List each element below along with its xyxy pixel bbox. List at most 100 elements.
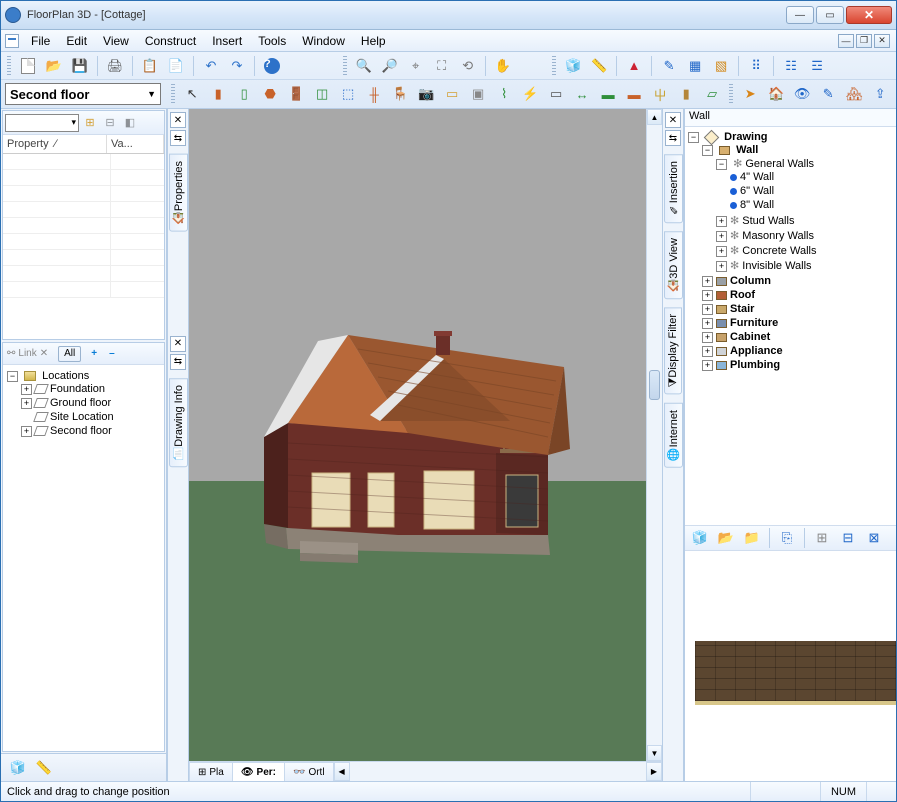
cabinet-tool[interactable]: ▭ (441, 83, 463, 105)
tree-item-4-wall[interactable]: 4" Wall (730, 170, 893, 184)
terrain-tool[interactable]: ▬ (597, 83, 619, 105)
tree-item-masonry-walls[interactable]: +✻ Masonry Walls (716, 228, 893, 243)
vtab-display-filter[interactable]: ⧩Display Filter (664, 307, 682, 394)
preview-new-button[interactable]: 📁 (741, 527, 763, 549)
snap-grid-button[interactable]: ⠿ (745, 55, 767, 77)
view-tab-ortho[interactable]: 👓Ortl (284, 762, 334, 781)
tree-root-drawing[interactable]: − Drawing − Wall − ✻ Gener (688, 130, 893, 373)
tree-toggle[interactable]: + (702, 346, 713, 357)
tree-toggle[interactable]: + (716, 231, 727, 242)
toolbar-grip[interactable] (552, 56, 556, 76)
tree-item-invisible-walls[interactable]: +✻ Invisible Walls (716, 258, 893, 273)
menu-construct[interactable]: Construct (137, 32, 204, 50)
properties-col-value[interactable]: Va... (107, 135, 164, 153)
preview-open-button[interactable]: 📂 (715, 527, 737, 549)
tree-item-site-location[interactable]: Site Location (21, 410, 160, 424)
furniture-tool[interactable]: 🪑 (389, 83, 411, 105)
measure-button[interactable]: 📏 (588, 55, 610, 77)
tree-toggle[interactable]: + (21, 384, 32, 395)
tree-item-wall[interactable]: − Wall − ✻ General Walls 4" Wall (702, 143, 893, 274)
tree-toggle[interactable]: + (21, 398, 32, 409)
tree-item-plumbing[interactable]: +Plumbing (702, 358, 893, 372)
layers-button[interactable]: ☷ (780, 55, 802, 77)
wall-preview[interactable] (685, 551, 896, 781)
region-tool[interactable]: ▱ (701, 83, 723, 105)
insertion-tree[interactable]: − Drawing − Wall − ✻ Gener (685, 127, 896, 525)
door-tool[interactable]: 🚪 (285, 83, 307, 105)
wall-tool[interactable]: ▮ (207, 83, 229, 105)
properties-categorize-button[interactable]: ⊞ (81, 114, 99, 132)
toolbar-grip[interactable] (729, 84, 733, 104)
zoom-out-button[interactable]: 🔎 (379, 55, 401, 77)
locations-delete-button[interactable]: ✕ (40, 348, 48, 359)
scroll-up-button[interactable]: ▲ (647, 109, 662, 125)
render-small-button[interactable]: 🧊 (7, 757, 29, 779)
tree-item-appliance[interactable]: +Appliance (702, 344, 893, 358)
toolbar-grip[interactable] (7, 56, 11, 76)
mdi-restore-button[interactable]: ❐ (856, 34, 872, 48)
tree-toggle[interactable]: + (21, 426, 32, 437)
tree-toggle[interactable]: + (702, 304, 713, 315)
locations-expand-button[interactable]: + (91, 348, 97, 359)
appliance-tool[interactable]: ▣ (467, 83, 489, 105)
mdi-close-button[interactable]: ✕ (874, 34, 890, 48)
viewport-vscrollbar[interactable]: ▲ ▼ (646, 109, 662, 761)
tree-toggle[interactable]: + (702, 360, 713, 371)
panel-collapse-button[interactable]: ⇆ (170, 130, 186, 146)
menu-window[interactable]: Window (294, 32, 353, 50)
preview-view1-button[interactable]: ⊞ (811, 527, 833, 549)
viewport-hscrollbar[interactable]: ◀ ▶ (333, 762, 662, 781)
tree-toggle[interactable]: + (702, 276, 713, 287)
tree-toggle[interactable]: + (702, 332, 713, 343)
vtab-internet[interactable]: 🌐Internet (664, 403, 683, 468)
menu-insert[interactable]: Insert (204, 32, 250, 50)
tree-item-column[interactable]: +Column (702, 274, 893, 288)
railing-tool[interactable]: ╫ (363, 83, 385, 105)
window-tool[interactable]: ◫ (311, 83, 333, 105)
tree-toggle[interactable]: − (688, 132, 699, 143)
tree-item-furniture[interactable]: +Furniture (702, 316, 893, 330)
level-up-button[interactable]: ▲ (623, 55, 645, 77)
select-tool[interactable]: ↖ (181, 83, 203, 105)
right-panel-close-button[interactable]: ✕ (665, 112, 681, 128)
right-panel-collapse-button[interactable]: ⇆ (665, 130, 681, 146)
paste-button[interactable]: 📄 (165, 55, 187, 77)
3d-viewport[interactable] (189, 109, 646, 761)
plumbing-tool[interactable]: ⌇ (493, 83, 515, 105)
menu-file[interactable]: File (23, 32, 58, 50)
dimension-tool[interactable]: ↔ (571, 83, 593, 105)
scroll-right-button[interactable]: ▶ (646, 762, 662, 781)
preview-copy-button[interactable]: ⎘ (776, 527, 798, 549)
new-button[interactable] (17, 55, 39, 77)
mdi-minimize-button[interactable]: — (838, 34, 854, 48)
tree-toggle[interactable]: + (702, 318, 713, 329)
panel-close-button[interactable]: ✕ (170, 112, 186, 128)
zoom-prev-button[interactable]: ⟲ (457, 55, 479, 77)
zoom-in-button[interactable]: 🔍 (353, 55, 375, 77)
tree-root-locations[interactable]: − Locations +Foundation +Ground floor Si… (7, 369, 160, 439)
vtab-insertion[interactable]: ✎Insertion (664, 154, 683, 223)
menu-help[interactable]: Help (353, 32, 394, 50)
menu-view[interactable]: View (95, 32, 137, 50)
tree-toggle[interactable]: + (716, 261, 727, 272)
redo-button[interactable]: ↷ (226, 55, 248, 77)
tree-toggle[interactable]: + (702, 290, 713, 301)
room-view-button[interactable]: 🏘 (843, 83, 865, 105)
roof-tool[interactable]: ⬣ (259, 83, 281, 105)
window-close-button[interactable]: ✕ (846, 6, 892, 24)
walk-tool[interactable]: ➤ (739, 83, 761, 105)
path-tool[interactable]: ▮ (675, 83, 697, 105)
plant-tool[interactable]: ▬ (623, 83, 645, 105)
tree-item-general-walls[interactable]: − ✻ General Walls 4" Wall 6" Wall 8" Wal… (716, 156, 893, 213)
adjust-tool[interactable]: ✎ (817, 83, 839, 105)
properties-col-property[interactable]: Property ∕ (3, 135, 107, 153)
tree-item-6-wall[interactable]: 6" Wall (730, 184, 893, 198)
scroll-thumb[interactable] (649, 370, 660, 400)
scroll-left-button[interactable]: ◀ (334, 762, 350, 781)
tree-toggle[interactable]: + (716, 216, 727, 227)
tree-toggle[interactable]: + (716, 246, 727, 257)
panel-collapse-button-2[interactable]: ⇆ (170, 354, 186, 370)
copy-button[interactable]: 📋 (139, 55, 161, 77)
tree-item-stud-walls[interactable]: +✻ Stud Walls (716, 213, 893, 228)
floor-selector[interactable]: Second floor ▼ (5, 83, 161, 105)
